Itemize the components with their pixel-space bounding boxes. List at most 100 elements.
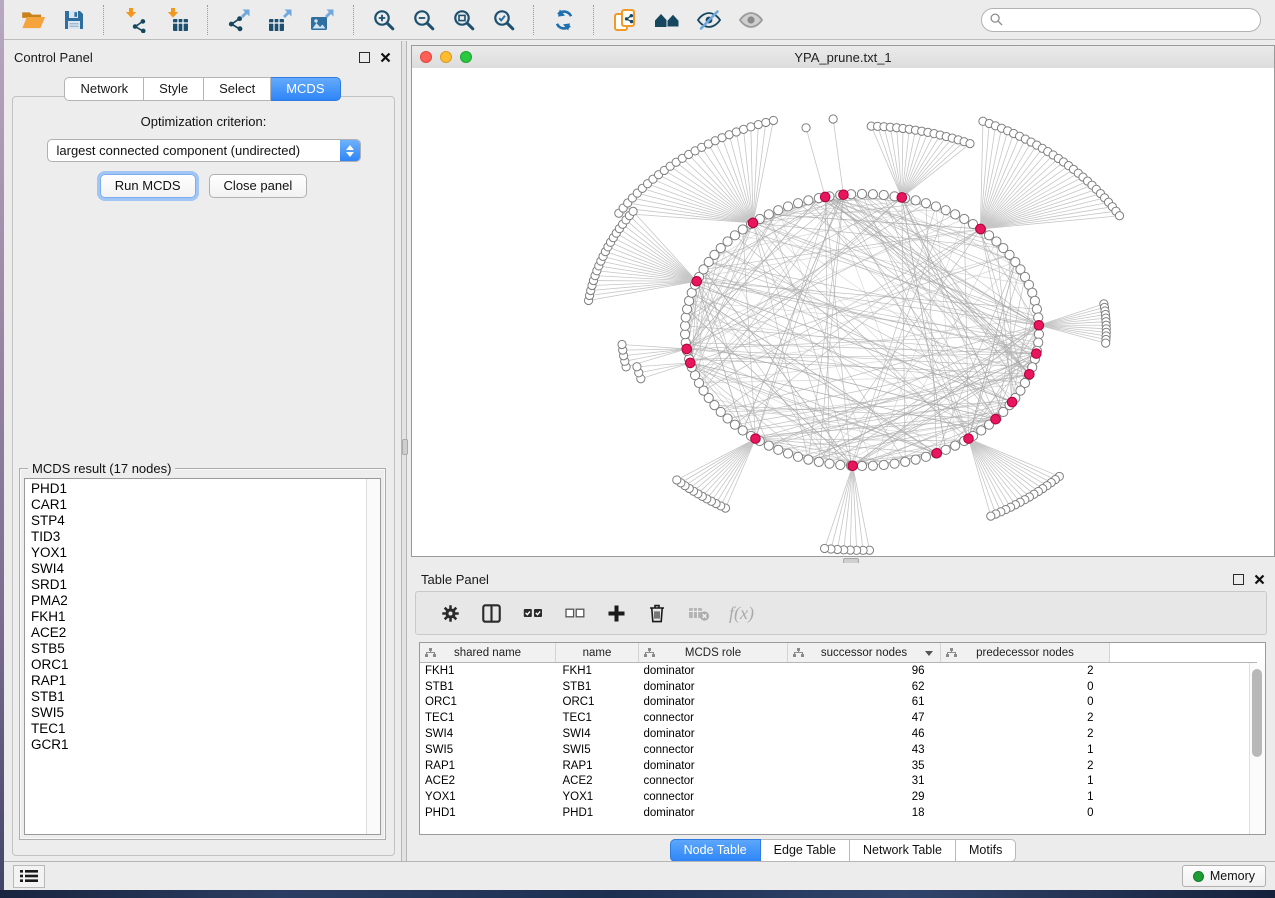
- mcds-result-item[interactable]: FKH1: [25, 609, 366, 625]
- close-panel-icon[interactable]: [1254, 574, 1265, 585]
- mcds-result-item[interactable]: SWI4: [25, 561, 366, 577]
- mcds-result-item[interactable]: STP4: [25, 513, 366, 529]
- export-image-button[interactable]: [308, 5, 338, 35]
- table-row[interactable]: FKH1FKH1dominator962: [420, 663, 1257, 679]
- cell-name: PHD1: [556, 805, 639, 821]
- cell-shared-name: ORC1: [420, 695, 556, 711]
- cell-predecessor-nodes: 2: [941, 663, 1110, 679]
- table-row[interactable]: PHD1PHD1dominator180: [420, 805, 1257, 821]
- network-window-titlebar: YPA_prune.txt_1: [412, 46, 1274, 69]
- application-window: Control Panel NetworkStyleSelectMCDS Opt…: [4, 0, 1275, 890]
- memory-label: Memory: [1210, 869, 1255, 883]
- mcds-list-scrollbar[interactable]: [366, 479, 380, 834]
- mcds-result-item[interactable]: PHD1: [25, 481, 366, 497]
- mcds-result-item[interactable]: YOX1: [25, 545, 366, 561]
- mcds-result-item[interactable]: SWI5: [25, 705, 366, 721]
- import-network-button[interactable]: [120, 5, 150, 35]
- table-row[interactable]: ACE2ACE2connector311: [420, 774, 1257, 790]
- optimization-criterion-select[interactable]: largest connected component (undirected): [47, 139, 361, 162]
- float-panel-icon[interactable]: [359, 52, 370, 63]
- tab-network[interactable]: Network: [64, 77, 144, 101]
- clone-network-button[interactable]: [610, 5, 640, 35]
- mcds-result-item[interactable]: ACE2: [25, 625, 366, 641]
- hide-selected-button[interactable]: [694, 5, 724, 35]
- column-header-successor-nodes[interactable]: successor nodes: [788, 643, 941, 663]
- zoom-in-button[interactable]: [370, 6, 398, 34]
- cell-shared-name: ACE2: [420, 774, 556, 790]
- mcds-result-list: PHD1CAR1STP4TID3YOX1SWI4SRD1PMA2FKH1ACE2…: [25, 479, 366, 834]
- tab-motifs[interactable]: Motifs: [956, 839, 1016, 862]
- folder-open-icon: [20, 7, 46, 33]
- import-table-button[interactable]: [162, 5, 192, 35]
- table-scrollbar[interactable]: [1249, 663, 1265, 834]
- mcds-result-item[interactable]: RAP1: [25, 673, 366, 689]
- task-history-button[interactable]: [13, 865, 45, 888]
- column-header-shared-name[interactable]: shared name: [420, 643, 556, 663]
- cell-MCDS-role: dominator: [639, 726, 788, 742]
- delete-table-button[interactable]: [686, 603, 712, 624]
- add-column-button[interactable]: [605, 602, 628, 625]
- save-session-button[interactable]: [60, 6, 88, 34]
- table-row[interactable]: RAP1RAP1dominator352: [420, 758, 1257, 774]
- mcds-result-groupbox: MCDS result (17 nodes) PHD1CAR1STP4TID3Y…: [19, 468, 386, 840]
- network-canvas[interactable]: [412, 68, 1274, 556]
- mcds-result-item[interactable]: SRD1: [25, 577, 366, 593]
- table-row[interactable]: YOX1YOX1connector291: [420, 789, 1257, 805]
- first-neighbors-button[interactable]: [652, 5, 682, 35]
- export-network-button[interactable]: [224, 5, 254, 35]
- deselect-all-checkboxes-button[interactable]: [563, 604, 587, 622]
- mcds-result-item[interactable]: TEC1: [25, 721, 366, 737]
- search-input[interactable]: [1008, 12, 1252, 28]
- table-row[interactable]: SWI4SWI4dominator462: [420, 726, 1257, 742]
- node-table-container: shared namenameMCDS rolesuccessor nodesp…: [419, 642, 1266, 835]
- zoom-selected-icon: [492, 8, 516, 32]
- cell-successor-nodes: 29: [788, 789, 941, 805]
- export-table-button[interactable]: [266, 5, 296, 35]
- mcds-result-item[interactable]: CAR1: [25, 497, 366, 513]
- mcds-result-item[interactable]: GCR1: [25, 737, 366, 753]
- show-all-button[interactable]: [736, 5, 766, 35]
- cell-successor-nodes: 61: [788, 695, 941, 711]
- tab-edge-table[interactable]: Edge Table: [761, 839, 850, 862]
- main-toolbar: [4, 0, 1275, 40]
- table-row[interactable]: SWI5SWI5connector431: [420, 742, 1257, 758]
- zoom-fit-button[interactable]: [450, 6, 478, 34]
- tab-mcds[interactable]: MCDS: [271, 77, 340, 101]
- table-row[interactable]: ORC1ORC1dominator610: [420, 695, 1257, 711]
- column-layout-button[interactable]: [480, 602, 503, 625]
- table-panel-tabs: Node TableEdge TableNetwork TableMotifs: [411, 839, 1275, 862]
- zoom-out-button[interactable]: [410, 6, 438, 34]
- table-scrollbar-thumb[interactable]: [1252, 669, 1262, 757]
- open-file-button[interactable]: [18, 5, 48, 35]
- column-header-predecessor-nodes[interactable]: predecessor nodes: [941, 643, 1110, 663]
- network-title: YPA_prune.txt_1: [412, 50, 1274, 65]
- mcds-result-item[interactable]: ORC1: [25, 657, 366, 673]
- close-panel-icon[interactable]: [380, 52, 391, 63]
- select-all-checkboxes-button[interactable]: [521, 604, 545, 622]
- column-header-MCDS-role[interactable]: MCDS role: [639, 643, 788, 663]
- tab-select[interactable]: Select: [204, 77, 271, 101]
- function-builder-button[interactable]: f(x): [729, 603, 754, 624]
- float-panel-icon[interactable]: [1233, 574, 1244, 585]
- close-panel-button[interactable]: Close panel: [209, 174, 308, 198]
- column-header-name[interactable]: name: [556, 643, 639, 663]
- settings-gear-button[interactable]: [439, 602, 462, 625]
- tab-network-table[interactable]: Network Table: [850, 839, 956, 862]
- cell-name: YOX1: [556, 789, 639, 805]
- tab-style[interactable]: Style: [144, 77, 204, 101]
- tab-node-table[interactable]: Node Table: [670, 839, 761, 862]
- delete-columns-button[interactable]: [646, 601, 668, 625]
- mcds-result-item[interactable]: STB1: [25, 689, 366, 705]
- table-row[interactable]: TEC1TEC1connector472: [420, 710, 1257, 726]
- memory-button[interactable]: Memory: [1182, 865, 1266, 887]
- mcds-result-item[interactable]: PMA2: [25, 593, 366, 609]
- column-type-icon: [425, 648, 436, 658]
- cell-MCDS-role: dominator: [639, 663, 788, 679]
- mcds-result-item[interactable]: TID3: [25, 529, 366, 545]
- refresh-view-button[interactable]: [550, 6, 578, 34]
- run-mcds-button[interactable]: Run MCDS: [100, 174, 196, 198]
- cell-MCDS-role: dominator: [639, 679, 788, 695]
- table-row[interactable]: STB1STB1dominator620: [420, 679, 1257, 695]
- mcds-result-item[interactable]: STB5: [25, 641, 366, 657]
- zoom-selected-button[interactable]: [490, 6, 518, 34]
